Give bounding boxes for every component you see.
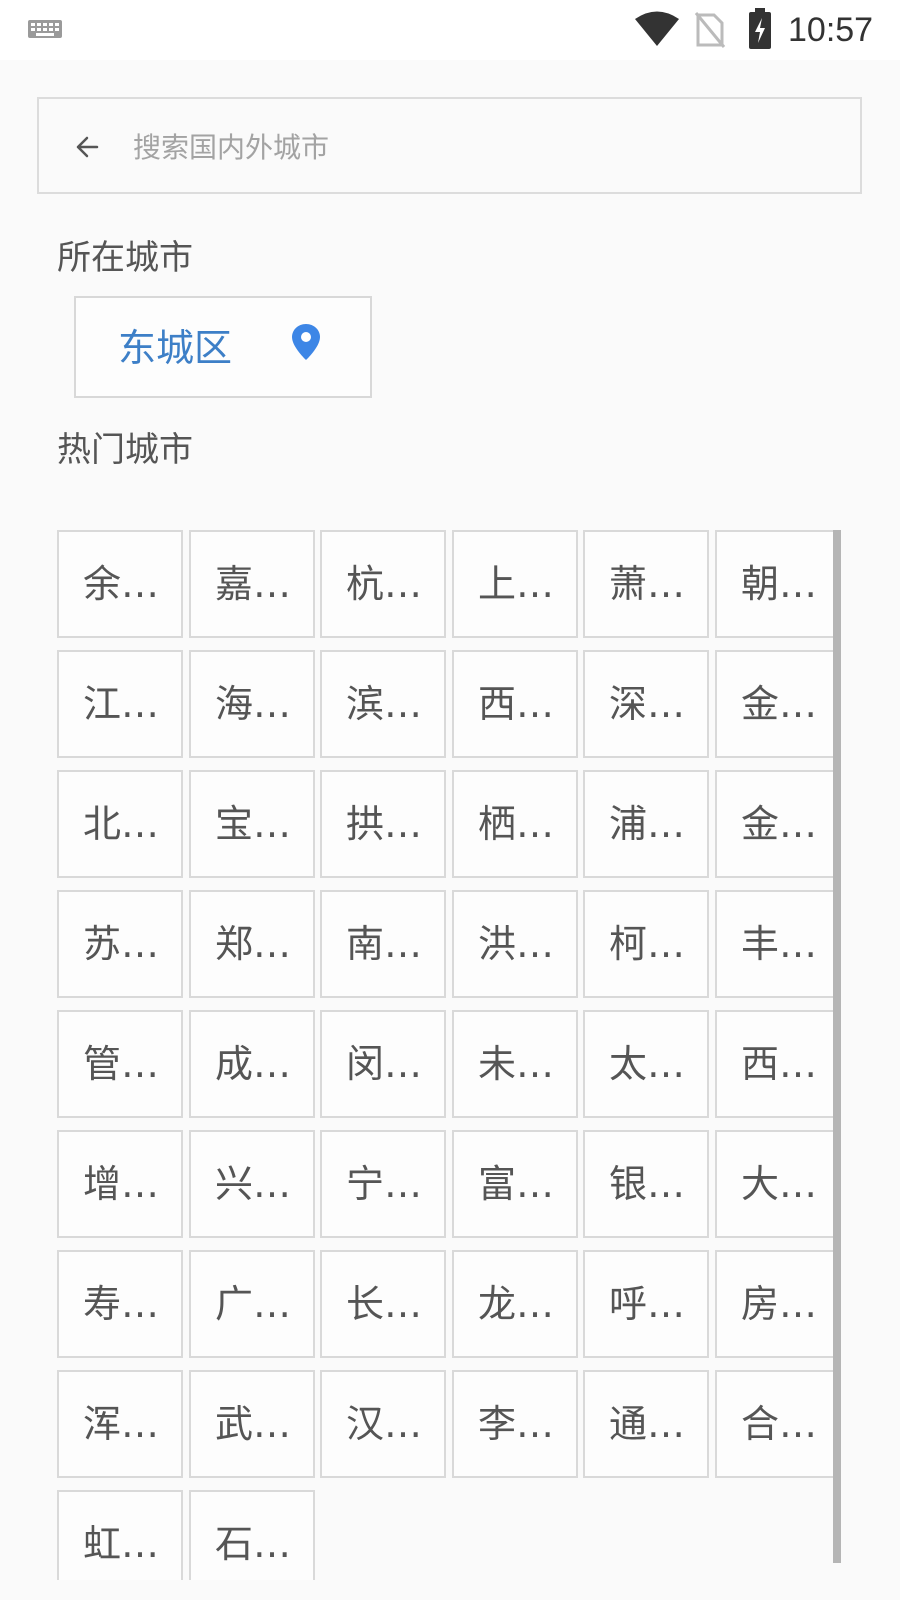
hot-city-item[interactable]: 栖… — [452, 770, 578, 878]
hot-city-item[interactable]: 武… — [189, 1370, 315, 1478]
search-input[interactable] — [133, 119, 833, 175]
hot-city-item[interactable]: 金… — [715, 770, 837, 878]
hot-city-item[interactable]: 李… — [452, 1370, 578, 1478]
hot-city-item[interactable]: 丰… — [715, 890, 837, 998]
current-city-heading: 所在城市 — [57, 238, 193, 278]
hot-city-item[interactable]: 杭… — [320, 530, 446, 638]
hot-city-item[interactable]: 浦… — [583, 770, 709, 878]
battery-charging-icon — [749, 8, 771, 49]
hot-city-item[interactable]: 上… — [452, 530, 578, 638]
wifi-icon — [635, 11, 679, 46]
hot-city-item[interactable]: 宝… — [189, 770, 315, 878]
hot-city-item[interactable]: 郑… — [189, 890, 315, 998]
hot-city-item[interactable]: 金… — [715, 650, 837, 758]
back-arrow-icon[interactable] — [73, 133, 101, 161]
hot-city-item[interactable]: 江… — [57, 650, 183, 758]
hot-city-item[interactable]: 银… — [583, 1130, 709, 1238]
hot-city-item[interactable]: 广… — [189, 1250, 315, 1358]
hot-city-item[interactable]: 兴… — [189, 1130, 315, 1238]
no-sim-icon — [694, 12, 726, 48]
current-city-label: 东城区 — [118, 326, 233, 370]
hot-city-item[interactable]: 滨… — [320, 650, 446, 758]
hot-city-item[interactable]: 未… — [452, 1010, 578, 1118]
hot-city-item[interactable]: 宁… — [320, 1130, 446, 1238]
hot-city-item[interactable]: 通… — [583, 1370, 709, 1478]
keyboard-icon — [28, 20, 62, 38]
hot-city-item[interactable]: 房… — [715, 1250, 837, 1358]
hot-city-item[interactable]: 西… — [715, 1010, 837, 1118]
hot-city-item[interactable]: 海… — [189, 650, 315, 758]
hot-city-item[interactable]: 苏… — [57, 890, 183, 998]
hot-city-item[interactable]: 虹… — [57, 1490, 183, 1580]
hot-city-item[interactable]: 合… — [715, 1370, 837, 1478]
hot-city-item[interactable]: 汉… — [320, 1370, 446, 1478]
hot-city-item[interactable]: 南… — [320, 890, 446, 998]
hot-city-item[interactable]: 西… — [452, 650, 578, 758]
scrollbar[interactable] — [833, 530, 841, 1563]
hot-city-item[interactable]: 深… — [583, 650, 709, 758]
hot-city-item[interactable]: 成… — [189, 1010, 315, 1118]
hot-city-item[interactable]: 北… — [57, 770, 183, 878]
hot-city-item[interactable]: 大… — [715, 1130, 837, 1238]
status-time: 10:57 — [788, 11, 874, 49]
hot-city-item[interactable]: 石… — [189, 1490, 315, 1580]
hot-city-item[interactable]: 朝… — [715, 530, 837, 638]
hot-city-item[interactable]: 富… — [452, 1130, 578, 1238]
search-bar[interactable] — [37, 97, 862, 194]
location-pin-icon — [292, 324, 320, 360]
status-bar: 10:57 — [0, 0, 900, 60]
hot-city-item[interactable]: 柯… — [583, 890, 709, 998]
hot-city-item[interactable]: 太… — [583, 1010, 709, 1118]
hot-city-item[interactable]: 增… — [57, 1130, 183, 1238]
hot-city-item[interactable]: 闵… — [320, 1010, 446, 1118]
hot-cities-heading: 热门城市 — [57, 430, 193, 470]
hot-city-item[interactable]: 呼… — [583, 1250, 709, 1358]
hot-city-item[interactable]: 拱… — [320, 770, 446, 878]
hot-city-item[interactable]: 浑… — [57, 1370, 183, 1478]
hot-city-item[interactable]: 寿… — [57, 1250, 183, 1358]
hot-cities-grid: 余… 嘉… 杭… 上… 萧… 朝… 江… 海… 滨… 西… 深… 金… 北… 宝… 拱… 栖… 浦… 金… 苏… 郑…… — [57, 530, 837, 1580]
hot-city-item[interactable]: 嘉… — [189, 530, 315, 638]
hot-city-item[interactable]: 余… — [57, 530, 183, 638]
hot-city-item[interactable]: 管… — [57, 1010, 183, 1118]
hot-city-item[interactable]: 龙… — [452, 1250, 578, 1358]
hot-city-item[interactable]: 洪… — [452, 890, 578, 998]
current-city-button[interactable]: 东城区 — [74, 296, 372, 398]
hot-city-item[interactable]: 萧… — [583, 530, 709, 638]
hot-city-item[interactable]: 长… — [320, 1250, 446, 1358]
